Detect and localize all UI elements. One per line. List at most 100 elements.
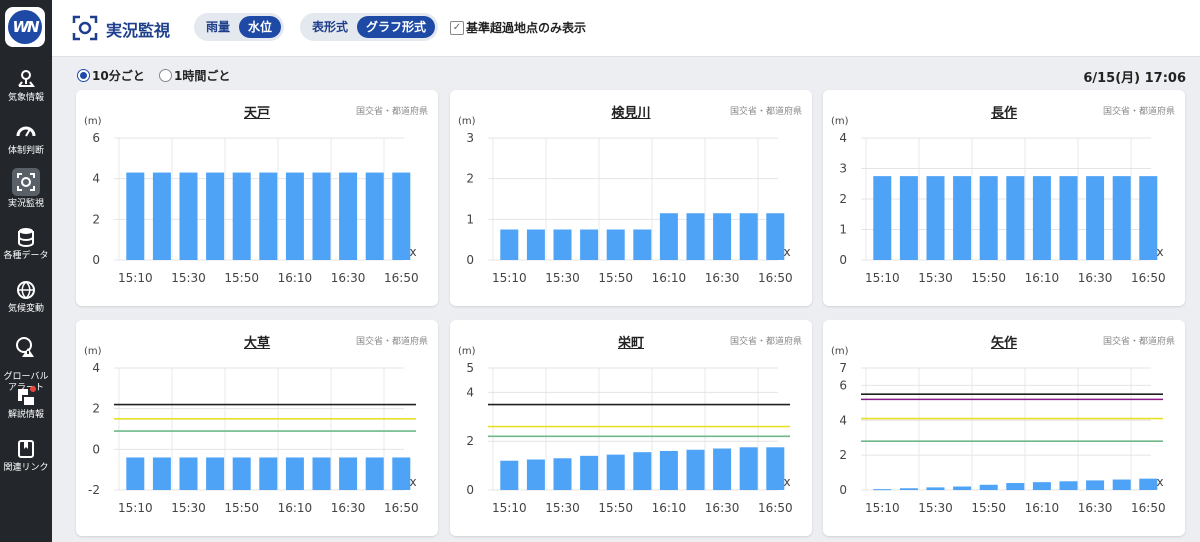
- bar: [659, 213, 678, 260]
- bar: [953, 486, 972, 490]
- bar: [1112, 176, 1131, 260]
- y-tick-label: 3: [466, 131, 474, 145]
- bar: [500, 229, 519, 260]
- y-tick-label: 4: [839, 131, 847, 145]
- x-tick-label: 15:10: [865, 501, 900, 515]
- commentary-icon: [18, 386, 36, 405]
- bar: [152, 172, 171, 260]
- bar: [926, 487, 945, 490]
- bar: [633, 229, 652, 260]
- bar: [392, 457, 411, 490]
- sidebar-item-global-alert[interactable]: グローバル アラート: [0, 325, 52, 394]
- interval-1h-label: 1時間ごと: [174, 69, 231, 83]
- interval-1h-radio[interactable]: [159, 69, 172, 82]
- y-tick-label: 0: [839, 253, 847, 267]
- station-card[interactable]: 大草 国交省・都道府県 (m) -2 0 2 4 x 15:10 15:30 15:50 16:10 1…: [76, 320, 438, 536]
- y-tick-label: 4: [466, 385, 474, 399]
- x-tick-label: 15:30: [545, 501, 580, 515]
- book-link-icon: [18, 440, 34, 458]
- x-tick-label: 15:10: [865, 271, 900, 285]
- bar: [365, 457, 384, 490]
- bar: [1139, 176, 1158, 260]
- bar: [152, 457, 171, 490]
- interval-10min-radio[interactable]: [77, 69, 90, 82]
- bar: [126, 457, 145, 490]
- station-card[interactable]: 長作 国交省・都道府県 (m) 0 1 2 3 4 x 15:10 15:30 15:50 16:10 1…: [823, 90, 1185, 306]
- bar: [1032, 482, 1051, 490]
- y-tick-label: 5: [466, 361, 474, 375]
- y-tick-label: 2: [839, 448, 847, 462]
- station-card[interactable]: 検見川 国交省・都道府県 (m) 0 1 2 3 x 15:10 15:30 15:50 16:10 1…: [450, 90, 812, 306]
- bar: [686, 213, 705, 260]
- bar: [979, 484, 998, 490]
- sidebar-item-monitoring[interactable]: 実況監視: [0, 168, 52, 210]
- station-card[interactable]: 栄町 国交省・都道府県 (m) 0 2 4 5 x 15:10 15:30 15:50 16:10 16…: [450, 320, 812, 536]
- bar: [713, 448, 732, 490]
- bar: [553, 229, 572, 260]
- x-tick-label: 16:50: [758, 501, 793, 515]
- gauge-icon: [16, 126, 36, 137]
- bar: [206, 172, 225, 260]
- bar: [713, 213, 732, 260]
- x-tick-label: 15:50: [971, 501, 1006, 515]
- x-tick-label: 16:10: [652, 501, 687, 515]
- bar: [259, 172, 278, 260]
- sidebar-item-links[interactable]: 関連リンク: [0, 438, 52, 474]
- y-tick-label: 2: [466, 434, 474, 448]
- y-axis-label: (m): [831, 116, 849, 127]
- missing-marker: x: [783, 475, 790, 489]
- bar-chart: (m) 0 2 4 6 x 15:10 15:30 15:50 16:10 16:30 16:50: [84, 116, 419, 285]
- monitor-eye-icon: [72, 15, 98, 41]
- y-tick-label: 6: [92, 131, 100, 145]
- sidebar: WN 気象情報 体制判断 実況監視 各種データ 気候変動 グローバル アラート …: [0, 0, 52, 542]
- bar: [179, 172, 198, 260]
- bar-chart: (m) 0 1 2 3 4 x 15:10 15:30 15:50 16:10 16:30 16:50: [831, 116, 1166, 285]
- table-view-option[interactable]: 表形式: [303, 16, 357, 38]
- graph-view-option[interactable]: グラフ形式: [357, 16, 436, 38]
- bar-chart: (m) 0 1 2 3 x 15:10 15:30 15:50 16:10 16:30 16:50: [458, 116, 793, 285]
- data-type-toggle: 雨量 水位: [194, 13, 285, 41]
- bar: [312, 457, 331, 490]
- bar: [659, 450, 678, 490]
- y-tick-label: 1: [466, 212, 474, 226]
- bar: [285, 457, 304, 490]
- globe-icon: [17, 281, 35, 299]
- y-tick-label: 2: [92, 402, 100, 416]
- exceed-only-checkbox[interactable]: ✓: [450, 21, 464, 35]
- station-card[interactable]: 矢作 国交省・都道府県 (m) 0 2 4 6 7 x 15:10 15:30 15:50 16:10 1…: [823, 320, 1185, 536]
- sidebar-item-weather[interactable]: 気象情報: [0, 68, 52, 104]
- sidebar-item-data[interactable]: 各種データ: [0, 226, 52, 262]
- y-tick-label: 4: [839, 413, 847, 427]
- bar: [873, 489, 892, 491]
- bar: [979, 176, 998, 260]
- sidebar-item-label: 気候変動: [7, 304, 44, 314]
- x-tick-label: 16:30: [1078, 271, 1113, 285]
- app-logo[interactable]: WN: [5, 7, 45, 47]
- y-axis-label: (m): [458, 116, 476, 127]
- water-level-option[interactable]: 水位: [239, 16, 282, 38]
- x-tick-label: 16:10: [278, 271, 313, 285]
- y-tick-label: 0: [466, 483, 474, 497]
- sidebar-item-label: 解説情報: [7, 410, 44, 420]
- station-card[interactable]: 天戸 国交省・都道府県 (m) 0 2 4 6 x 15:10 15:30 15:50 16:10 16…: [76, 90, 438, 306]
- sidebar-item-commentary[interactable]: 解説情報: [0, 385, 52, 421]
- sidebar-item-decision[interactable]: 体制判断: [0, 121, 52, 157]
- x-tick-label: 16:50: [1131, 271, 1166, 285]
- rain-option[interactable]: 雨量: [197, 16, 239, 38]
- x-tick-label: 16:30: [705, 501, 740, 515]
- global-alert-icon: [16, 337, 34, 357]
- sidebar-item-climate[interactable]: 気候変動: [0, 279, 52, 315]
- y-tick-label: 2: [92, 212, 100, 226]
- bar-chart: (m) 0 2 4 6 7 x 15:10 15:30 15:50 16:10 16:30 16:50: [831, 346, 1166, 515]
- bar: [285, 172, 304, 260]
- y-tick-label: 1: [839, 223, 847, 237]
- bar: [232, 457, 251, 490]
- x-tick-label: 15:30: [171, 271, 206, 285]
- page-title: 実況監視: [106, 21, 171, 40]
- y-tick-label: 0: [466, 253, 474, 267]
- x-tick-label: 16:50: [1131, 501, 1166, 515]
- bar: [766, 447, 785, 490]
- bar: [606, 229, 625, 260]
- x-tick-label: 16:50: [384, 501, 419, 515]
- x-tick-label: 15:10: [118, 271, 153, 285]
